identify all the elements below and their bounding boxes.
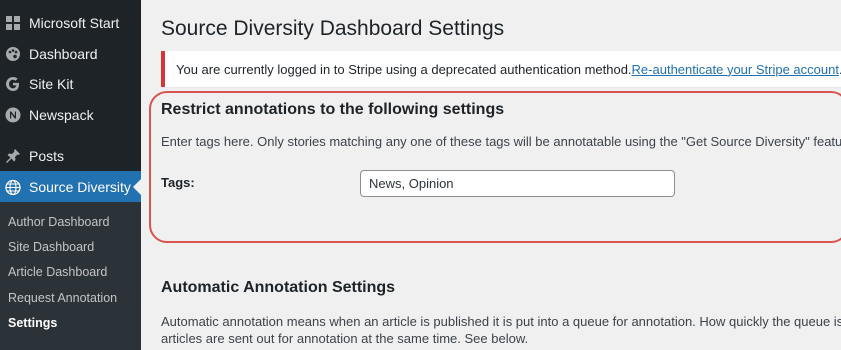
sidebar-item-label: Newspack: [29, 107, 94, 123]
automatic-description-line2: articles are sent out for annotation at …: [161, 331, 529, 346]
sidebar-item-label: Site Kit: [29, 76, 74, 92]
sidebar-item-dashboard[interactable]: Dashboard: [0, 39, 141, 69]
sidebar-item-label: Source Diversity: [29, 179, 131, 195]
page-title: Source Diversity Dashboard Settings: [161, 17, 505, 40]
submenu-item-settings[interactable]: Settings: [8, 316, 57, 330]
submenu-item-site-dashboard[interactable]: Site Dashboard: [8, 240, 94, 254]
sidebar-item-posts[interactable]: Posts: [0, 141, 141, 171]
sidebar-item-site-kit[interactable]: Site Kit: [0, 69, 141, 99]
admin-sidebar: Microsoft Start Dashboard Site Kit Newsp…: [0, 0, 141, 350]
reauthenticate-link[interactable]: Re-authenticate your Stripe account: [632, 62, 839, 77]
newspack-n-icon: [5, 107, 21, 123]
source-diversity-submenu: Author Dashboard Site Dashboard Article …: [0, 202, 141, 350]
pin-icon: [5, 148, 21, 164]
grid-icon: [5, 15, 21, 31]
globe-icon: [5, 179, 21, 195]
google-g-icon: [5, 76, 21, 92]
palette-icon: [5, 46, 21, 62]
submenu-item-author-dashboard[interactable]: Author Dashboard: [8, 215, 109, 229]
automatic-section-title: Automatic Annotation Settings: [161, 279, 396, 296]
highlight-annotation-outline: [149, 91, 841, 243]
sidebar-item-source-diversity[interactable]: Source Diversity: [0, 171, 141, 203]
stripe-deprecation-notice: You are currently logged in to Stripe us…: [161, 51, 841, 87]
sidebar-item-label: Microsoft Start: [29, 15, 120, 31]
submenu-item-article-dashboard[interactable]: Article Dashboard: [8, 265, 107, 279]
active-indicator-arrow: [133, 179, 141, 195]
automatic-description-line1: Automatic annotation means when an artic…: [161, 314, 841, 329]
notice-text: You are currently logged in to Stripe us…: [176, 61, 632, 77]
submenu-item-request-annotation[interactable]: Request Annotation: [8, 291, 117, 305]
sidebar-item-label: Dashboard: [29, 46, 98, 62]
sidebar-item-label: Posts: [29, 148, 65, 164]
sidebar-item-newspack[interactable]: Newspack: [0, 100, 141, 130]
sidebar-item-microsoft-start[interactable]: Microsoft Start: [0, 8, 141, 38]
